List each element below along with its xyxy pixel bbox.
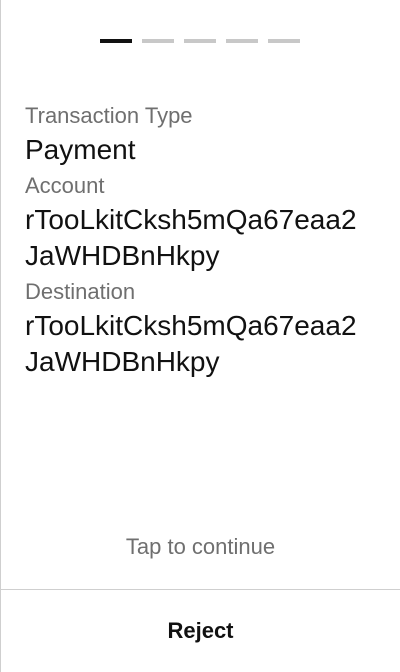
- step-indicator-2: [142, 39, 174, 43]
- step-indicator-5: [268, 39, 300, 43]
- transaction-type-label: Transaction Type: [25, 103, 193, 128]
- step-indicator-4: [226, 39, 258, 43]
- progress-stepper: [100, 39, 300, 43]
- tap-to-continue-hint: Tap to continue: [125, 534, 276, 559]
- account-value: rTooLkitCksh5mQa67eaa2JaWHDBnHkpy: [25, 204, 357, 271]
- destination-label: Destination: [25, 279, 136, 304]
- transaction-screen[interactable]: Transaction Type Payment Account rTooLki…: [0, 0, 400, 672]
- transaction-type-value: Payment: [25, 134, 136, 165]
- step-indicator-1: [100, 39, 132, 43]
- reject-button[interactable]: Reject: [1, 590, 400, 672]
- destination-value: rTooLkitCksh5mQa67eaa2JaWHDBnHkpy: [25, 310, 357, 377]
- step-indicator-3: [184, 39, 216, 43]
- transaction-details: Transaction Type Payment Account rTooLki…: [25, 100, 383, 382]
- account-label: Account: [25, 173, 105, 198]
